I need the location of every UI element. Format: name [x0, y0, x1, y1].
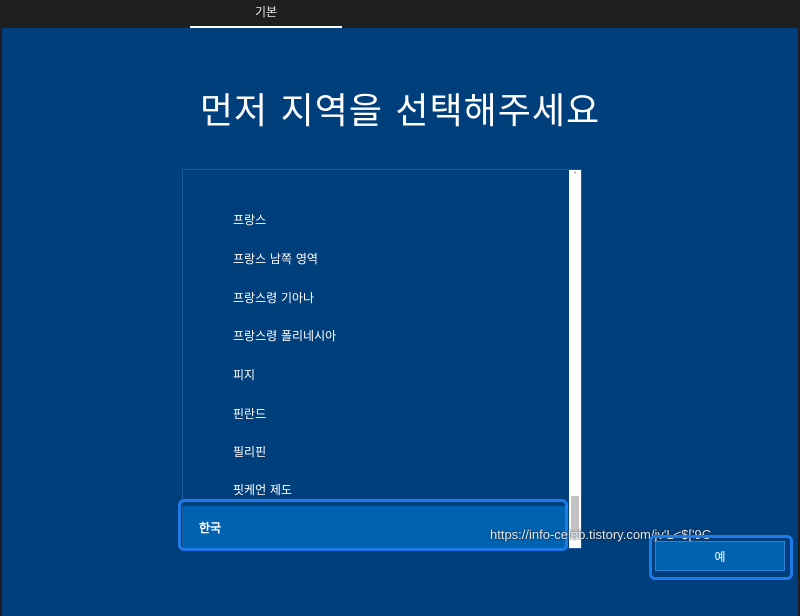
list-item-label: 프랑스령 기아나 [233, 291, 315, 305]
list-item[interactable]: 프랑스 [183, 201, 567, 239]
list-item[interactable]: 필리핀 [183, 433, 567, 471]
list-item[interactable]: 프랑스 남쪽 영역 [183, 240, 567, 278]
list-item-label: 프랑스 [233, 213, 267, 227]
tab-basics[interactable]: 기본 [190, 0, 342, 28]
list-item[interactable]: 핏케언 제도 [183, 471, 567, 509]
list-item-label: 피지 [233, 368, 256, 382]
page-title: 먼저 지역을 선택해주세요 [199, 91, 601, 132]
list-item[interactable]: 피지 [183, 356, 567, 394]
list-item[interactable]: 프랑스령 기아나 [183, 279, 567, 317]
vertical-scrollbar[interactable]: ˄ ˅ [569, 170, 581, 548]
list-item-label: 한국 [199, 521, 222, 535]
list-item[interactable]: 프랑스령 폴리네시아 [183, 317, 567, 355]
list-item-label: 핀란드 [233, 407, 267, 421]
region-list[interactable]: 프랑스 프랑스 남쪽 영역 프랑스령 기아나 프랑스령 폴리네시아 피지 핀란드… [182, 169, 582, 549]
region-list-items: 프랑스 프랑스 남쪽 영역 프랑스령 기아나 프랑스령 폴리네시아 피지 핀란드… [183, 170, 567, 548]
top-bar: 기본 [0, 0, 800, 28]
scroll-up-icon[interactable]: ˄ [569, 170, 581, 182]
yes-button[interactable]: 예 [655, 541, 785, 571]
tab-label: 기본 [254, 5, 278, 19]
watermark-text: https://info-celeb.tistory.com/jv'L<$['9… [490, 527, 712, 542]
list-item[interactable]: 핀란드 [183, 395, 567, 433]
list-item-label: 필리핀 [233, 445, 267, 459]
list-item-label: 프랑스 남쪽 영역 [233, 252, 318, 266]
list-item-label: 프랑스령 폴리네시아 [233, 329, 337, 343]
oobe-window: 기본 먼저 지역을 선택해주세요 프랑스 프랑스 남쪽 영역 프랑스령 기아나 … [0, 0, 800, 616]
list-item-label: 핏케언 제도 [233, 483, 293, 497]
